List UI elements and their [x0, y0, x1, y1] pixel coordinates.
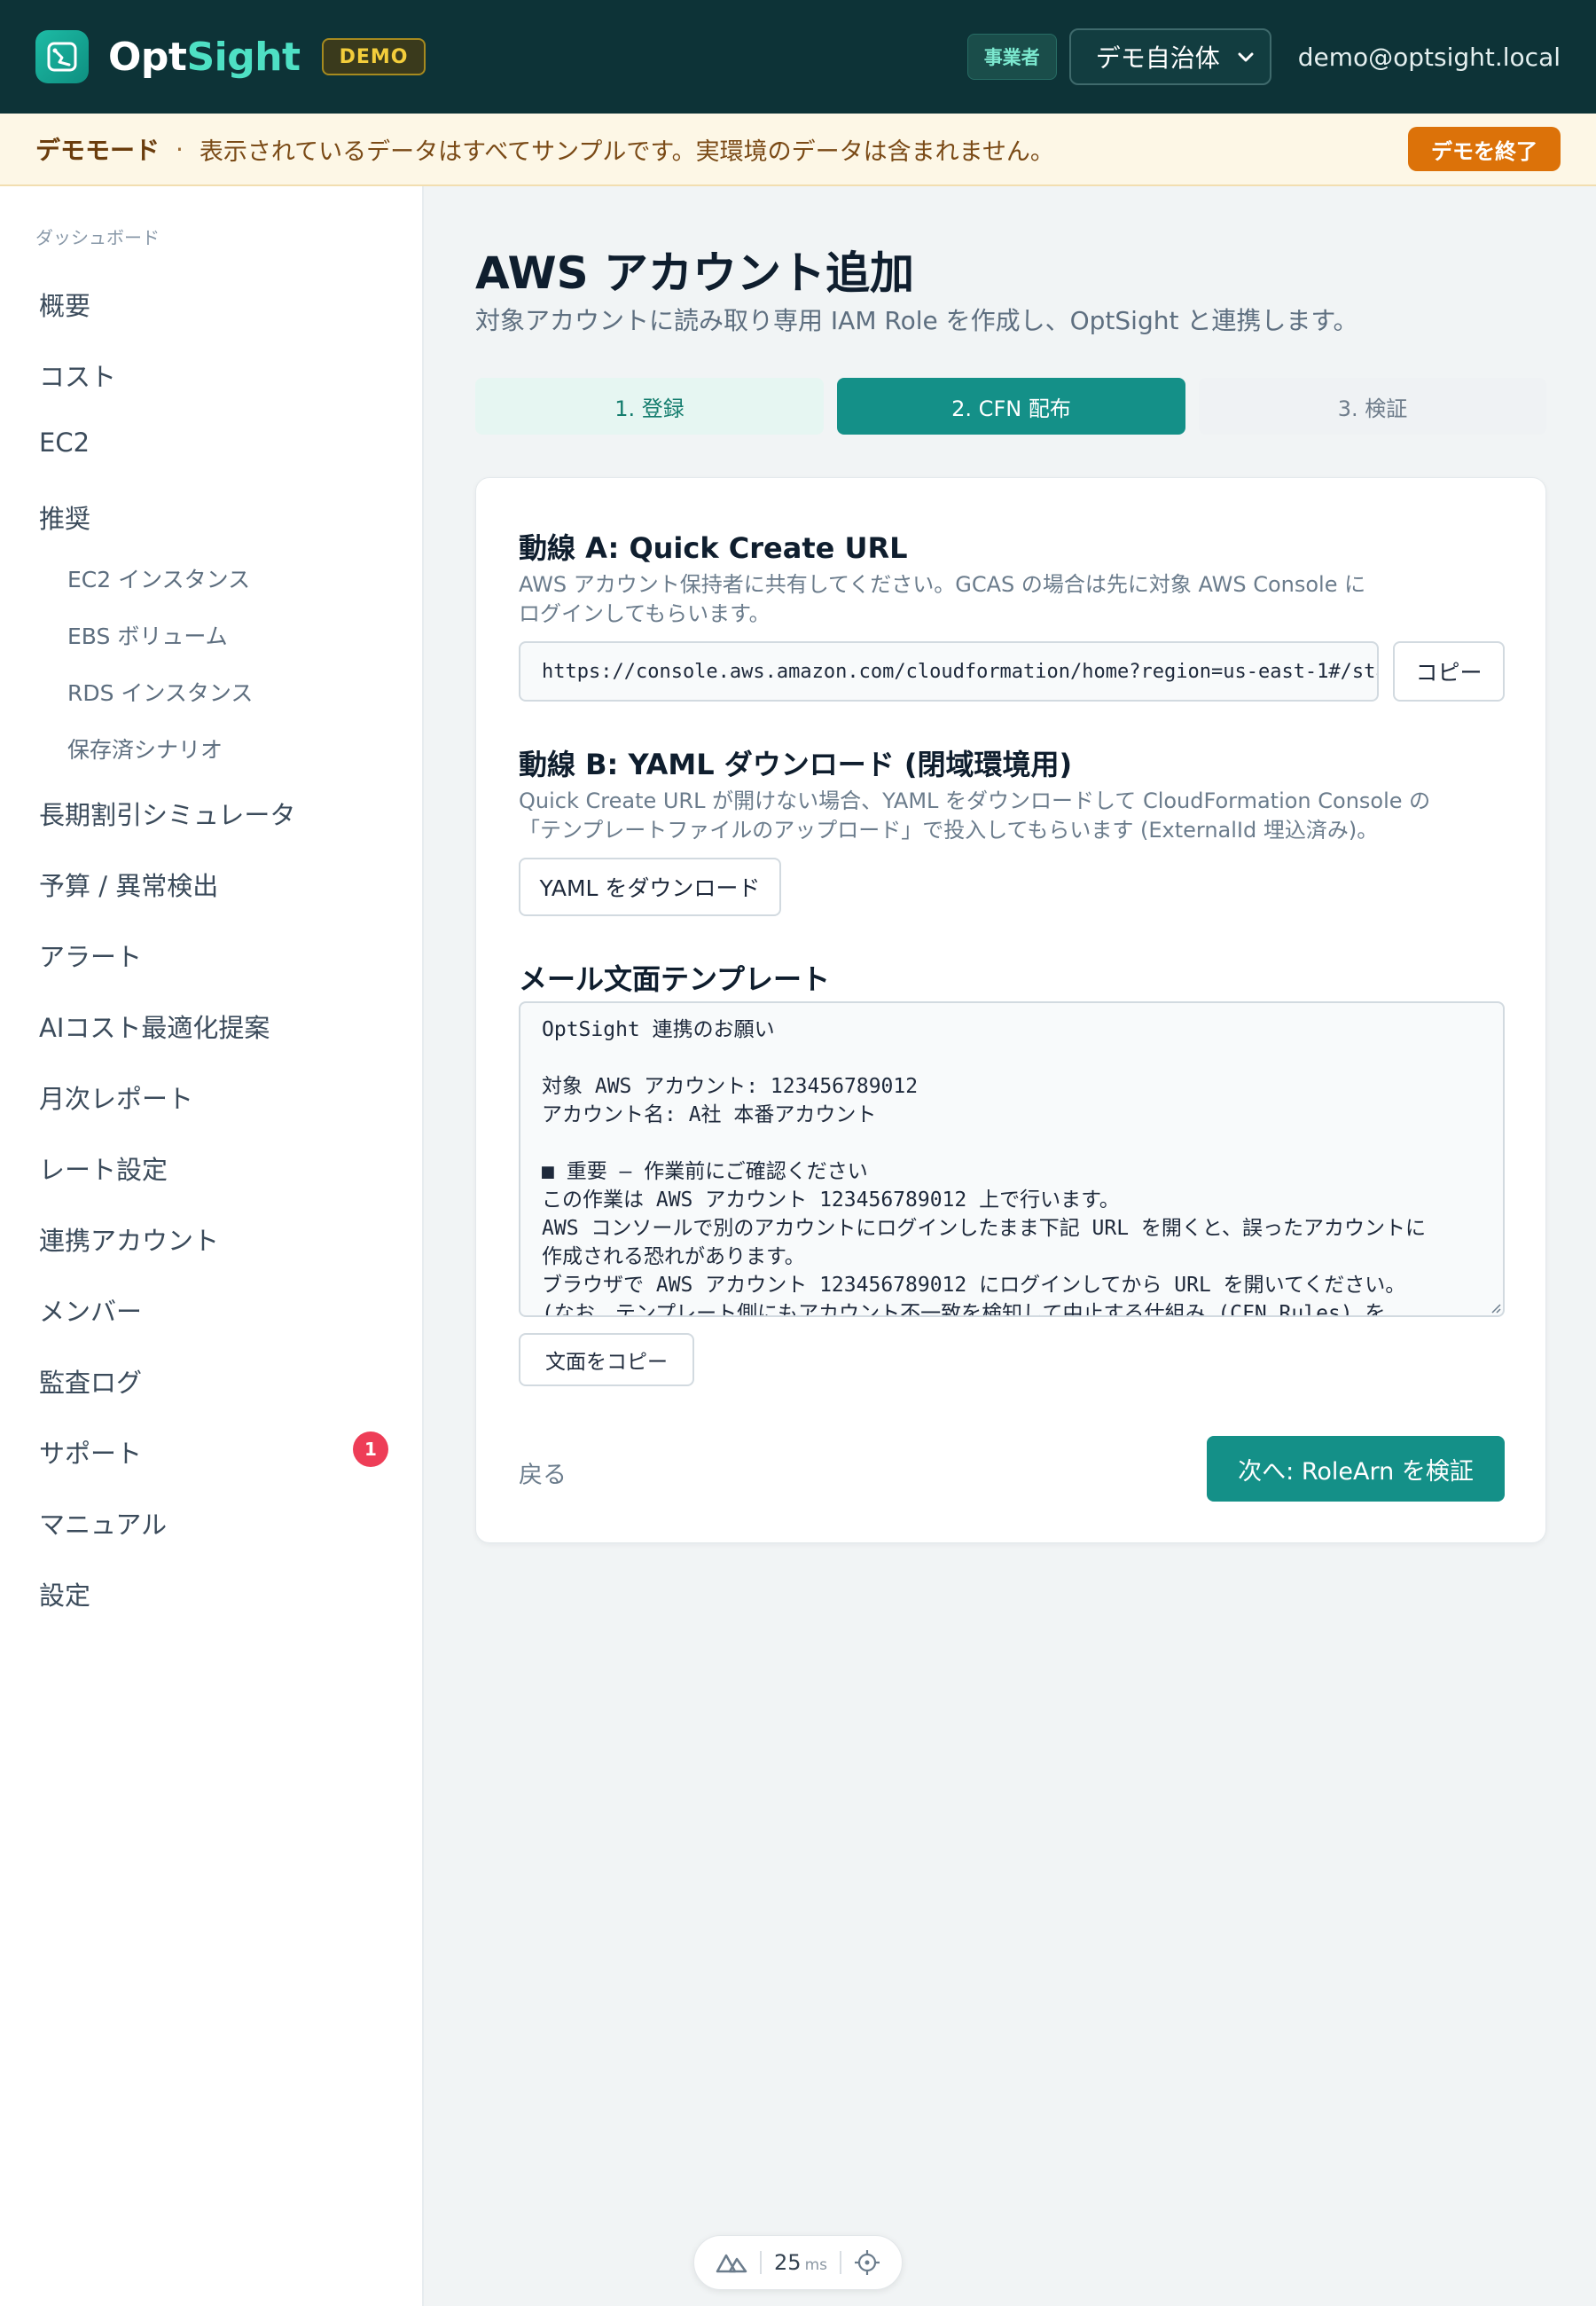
- tenant-select-value: デモ自治体: [1095, 43, 1220, 73]
- sidebar-subitem-rds-instances[interactable]: RDS インスタンス: [67, 676, 253, 708]
- sidebar-item-ec2[interactable]: EC2: [39, 427, 90, 458]
- support-notification-badge: 1: [353, 1431, 388, 1467]
- section-a-description: AWS アカウント保持者に共有してください。GCAS の場合は先に対象 AWS …: [519, 570, 1459, 629]
- sidebar-item-linked-accounts[interactable]: 連携アカウント: [39, 1220, 219, 1258]
- crosshair-icon[interactable]: [854, 2249, 880, 2276]
- user-email[interactable]: demo@optsight.local: [1298, 43, 1561, 72]
- page-title: AWS アカウント追加: [475, 247, 915, 299]
- sidebar-item-budget-anomaly[interactable]: 予算 / 異常検出: [39, 866, 218, 903]
- divider: [839, 2251, 841, 2274]
- sidebar-item-recommendations[interactable]: 推奨: [39, 498, 90, 536]
- logo-text-opt: Opt: [108, 34, 187, 80]
- sidebar-item-members[interactable]: メンバー: [39, 1291, 142, 1329]
- copy-url-button[interactable]: コピー: [1393, 641, 1505, 702]
- demo-banner: デモモード · 表示されているデータはすべてサンプルです。実環境のデータは含まれ…: [0, 114, 1596, 186]
- sidebar-item-audit-log[interactable]: 監査ログ: [39, 1362, 142, 1400]
- banner-separator: ·: [176, 134, 184, 164]
- render-time: 25 ms: [774, 2250, 827, 2275]
- demo-badge: DEMO: [321, 38, 426, 75]
- sidebar-item-manual[interactable]: マニュアル: [39, 1504, 167, 1541]
- section-a-description-line1: AWS アカウント保持者に共有してください。GCAS の場合は先に対象 AWS …: [519, 572, 1366, 597]
- quick-create-url-field[interactable]: https://console.aws.amazon.com/cloudform…: [519, 641, 1379, 702]
- step-cfn-distribute[interactable]: 2. CFN 配布: [837, 378, 1185, 435]
- page-subtitle: 対象アカウントに読み取り専用 IAM Role を作成し、OptSight と連…: [475, 306, 1358, 335]
- download-yaml-button[interactable]: YAML をダウンロード: [519, 858, 781, 916]
- section-b-title: 動線 B: YAML ダウンロード (閉域環境用): [519, 748, 1073, 781]
- step-register[interactable]: 1. 登録: [475, 378, 824, 435]
- back-link[interactable]: 戻る: [519, 1455, 567, 1490]
- mail-template-text: OptSight 連携のお願い 対象 AWS アカウント: 1234567890…: [542, 1018, 1427, 1317]
- setup-card: 動線 A: Quick Create URL AWS アカウント保持者に共有して…: [475, 477, 1546, 1543]
- divider: [760, 2251, 763, 2274]
- sidebar-item-settings[interactable]: 設定: [39, 1575, 90, 1612]
- sidebar-item-rate-settings[interactable]: レート設定: [39, 1149, 168, 1187]
- sidebar-group-label: ダッシュボード: [35, 227, 160, 248]
- section-a-title: 動線 A: Quick Create URL: [519, 531, 908, 565]
- step-verify[interactable]: 3. 検証: [1199, 378, 1546, 435]
- framework-logo-icon: [716, 2254, 747, 2273]
- mail-template-textarea[interactable]: OptSight 連携のお願い 対象 AWS アカウント: 1234567890…: [519, 1001, 1505, 1317]
- render-time-unit: ms: [804, 2256, 827, 2274]
- app-logo[interactable]: OptSight: [108, 35, 301, 80]
- sidebar-item-support[interactable]: サポート: [39, 1433, 142, 1471]
- sidebar-item-overview[interactable]: 概要: [39, 286, 90, 323]
- sidebar-subitem-ec2-instances[interactable]: EC2 インスタンス: [67, 562, 250, 594]
- exit-demo-button[interactable]: デモを終了: [1408, 127, 1561, 171]
- resize-grip-icon[interactable]: [1489, 1301, 1501, 1314]
- top-header: OptSight DEMO 事業者 デモ自治体 demo@optsight.lo…: [0, 0, 1596, 114]
- sidebar: ダッシュボード 概要 コスト EC2 推奨 EC2 インスタンス EBS ボリュ…: [0, 186, 424, 2306]
- section-b-description: Quick Create URL が開けない場合、YAML をダウンロードして …: [519, 787, 1459, 845]
- section-b-description-line1: Quick Create URL が開けない場合、YAML をダウンロードして …: [519, 788, 1431, 813]
- sidebar-item-discount-simulator[interactable]: 長期割引シミュレータ: [39, 795, 295, 832]
- sidebar-item-ai-suggestions[interactable]: AIコスト最適化提案: [39, 1008, 270, 1045]
- render-time-value: 25: [774, 2250, 802, 2275]
- section-b-description-line2: 「テンプレートファイルのアップロード」で投入してもらいます (ExternalI…: [519, 818, 1379, 843]
- sidebar-subitem-saved-scenarios[interactable]: 保存済シナリオ: [67, 733, 223, 765]
- banner-message: 表示されているデータはすべてサンプルです。実環境のデータは含まれません。: [199, 137, 1054, 166]
- tenant-select[interactable]: デモ自治体: [1068, 28, 1271, 85]
- next-verify-rolearn-button[interactable]: 次へ: RoleArn を検証: [1207, 1436, 1505, 1502]
- logo-text-sight: Sight: [186, 34, 301, 80]
- mail-template-title: メール文面テンプレート: [519, 962, 831, 996]
- logo-icon: [35, 30, 89, 83]
- sidebar-item-cost[interactable]: コスト: [39, 357, 116, 394]
- role-badge: 事業者: [966, 34, 1057, 80]
- sidebar-item-monthly-report[interactable]: 月次レポート: [39, 1078, 193, 1116]
- devtools-indicator[interactable]: 25 ms: [693, 2235, 903, 2290]
- banner-title: デモモード: [35, 136, 160, 165]
- sidebar-subitem-ebs-volumes[interactable]: EBS ボリューム: [67, 619, 228, 651]
- section-a-description-line2: ログインしてもらいます。: [519, 601, 771, 626]
- chevron-down-icon: [1238, 52, 1254, 62]
- sidebar-item-alerts[interactable]: アラート: [39, 937, 142, 974]
- copy-mail-button[interactable]: 文面をコピー: [519, 1333, 694, 1386]
